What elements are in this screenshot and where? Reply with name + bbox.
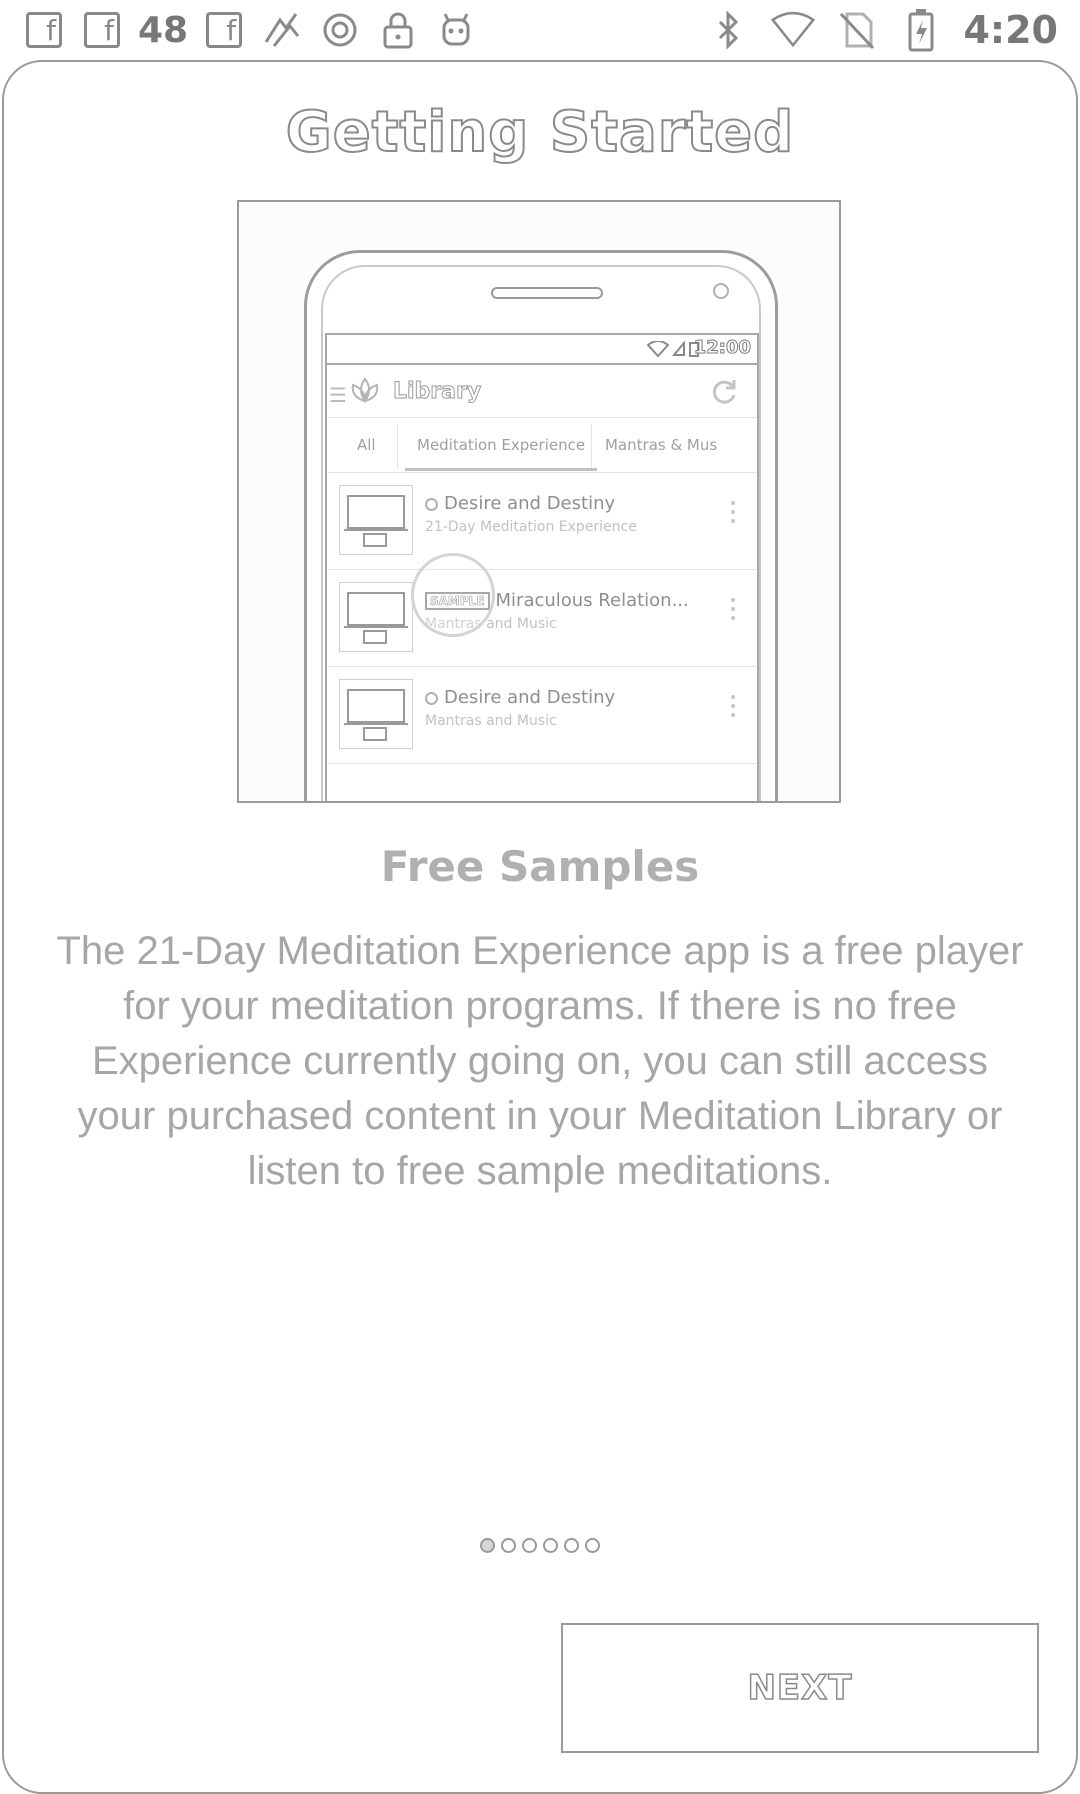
phone-camera — [713, 283, 729, 299]
item-thumbnail — [339, 485, 413, 555]
phone-list-item: Desire and Destiny 21-Day Meditation Exp… — [327, 473, 757, 570]
slide-title: Free Samples — [380, 842, 700, 891]
phone-frame: 12:00 ☰ Library All Meditation Experienc… — [304, 250, 778, 801]
battery-charging-icon — [899, 8, 943, 52]
phone-list: Desire and Destiny 21-Day Meditation Exp… — [327, 473, 757, 764]
page-dot — [543, 1538, 558, 1553]
refresh-icon — [709, 377, 739, 411]
page-dot — [501, 1538, 516, 1553]
phone-app-title: Library — [392, 379, 482, 405]
item-subtitle: Mantras and Music — [425, 713, 557, 729]
wifi-icon — [647, 341, 669, 357]
phone-speaker — [491, 287, 603, 299]
bluetooth-icon — [707, 8, 751, 52]
no-sim-icon — [835, 8, 879, 52]
item-thumbnail — [339, 679, 413, 749]
page-title: Getting Started — [285, 99, 795, 166]
page-indicator — [0, 1538, 1080, 1553]
sample-highlight — [411, 553, 495, 637]
facebook-icon: f — [202, 8, 246, 52]
phone-list-item: SAMPLE Miraculous Relation... Mantras and… — [327, 570, 757, 667]
page-dot — [480, 1538, 495, 1553]
next-button-label: NEXT — [747, 1667, 853, 1709]
more-icon — [731, 501, 735, 528]
more-icon — [731, 695, 735, 722]
phone-tab-all: All — [357, 436, 376, 454]
status-bar: f f 48 f 4:20 — [0, 0, 1080, 62]
item-title: Desire and Destiny — [444, 493, 616, 514]
active-tab-indicator — [405, 468, 597, 471]
page-dot — [585, 1538, 600, 1553]
phone-tab-mantras: Mantras & Mus — [605, 436, 718, 454]
wifi-icon — [771, 8, 816, 52]
notification-count: 48 — [138, 9, 189, 51]
page-dot — [564, 1538, 579, 1553]
clock: 4:20 — [963, 8, 1058, 52]
system-tray: 4:20 — [707, 8, 1058, 52]
item-title: Desire and Destiny — [444, 687, 616, 708]
phone-illustration: 12:00 ☰ Library All Meditation Experienc… — [237, 200, 841, 803]
signal-icon — [672, 341, 685, 356]
facebook-icon: f — [22, 8, 66, 52]
lotus-logo-icon — [345, 375, 385, 411]
item-thumbnail — [339, 582, 413, 652]
phone-list-item: Desire and Destiny Mantras and Music — [327, 667, 757, 764]
notification-area: f f 48 f — [22, 8, 478, 52]
item-title: Miraculous Relation... — [495, 590, 689, 611]
android-icon — [434, 8, 478, 52]
circle-icon — [318, 8, 362, 52]
phone-status-bar: 12:00 — [327, 335, 757, 365]
phone-screen: 12:00 ☰ Library All Meditation Experienc… — [325, 333, 759, 801]
phone-app-bar: ☰ Library — [327, 365, 757, 418]
item-subtitle: 21-Day Meditation Experience — [425, 519, 637, 535]
next-button[interactable]: NEXT — [561, 1623, 1039, 1753]
phone-clock: 12:00 — [693, 337, 751, 359]
more-icon — [731, 598, 735, 625]
lock-icon — [376, 8, 420, 52]
phone-tabs: All Meditation Experience Mantras & Mus — [327, 418, 757, 473]
app-icon — [260, 8, 304, 52]
facebook-icon: f — [80, 8, 124, 52]
phone-tab-meditation-experience: Meditation Experience — [417, 436, 586, 454]
page-dot — [522, 1538, 537, 1553]
slide-description: The 21-Day Meditation Experience app is … — [56, 929, 1024, 1193]
